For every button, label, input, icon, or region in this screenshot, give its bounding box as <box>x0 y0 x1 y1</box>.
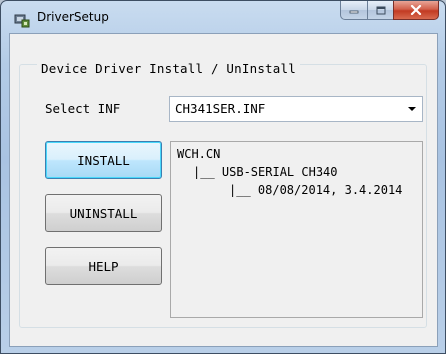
maximize-icon <box>376 6 385 14</box>
close-icon <box>410 5 422 15</box>
minimize-icon <box>349 10 359 14</box>
inf-dropdown-value: CH341SER.INF <box>175 101 266 116</box>
install-button[interactable]: INSTALL <box>45 141 162 179</box>
caption-buttons <box>340 1 439 21</box>
chevron-down-icon[interactable] <box>408 107 416 111</box>
driver-setup-app-icon[interactable] <box>14 12 30 28</box>
maximize-button[interactable] <box>367 1 393 20</box>
uninstall-button[interactable]: UNINSTALL <box>45 194 162 232</box>
window-title: DriverSetup <box>37 10 109 24</box>
title-bar[interactable]: DriverSetup <box>1 1 445 33</box>
driver-info-panel: WCH.CN |__ USB-SERIAL CH340 |__ 08/08/20… <box>170 141 423 318</box>
driver-setup-window: DriverSetup Device Driver Install / UnIn… <box>0 0 446 354</box>
info-vendor: WCH.CN <box>177 147 221 161</box>
info-version: |__ 08/08/2014, 3.4.2014 <box>229 183 403 197</box>
inf-dropdown[interactable]: CH341SER.INF <box>169 96 423 122</box>
info-device: |__ USB-SERIAL CH340 <box>193 165 338 179</box>
minimize-button[interactable] <box>340 1 367 20</box>
close-button[interactable] <box>393 1 439 20</box>
groupbox-title: Device Driver Install / UnInstall <box>37 61 300 76</box>
select-inf-label: Select INF <box>45 101 121 116</box>
help-button[interactable]: HELP <box>45 247 162 285</box>
